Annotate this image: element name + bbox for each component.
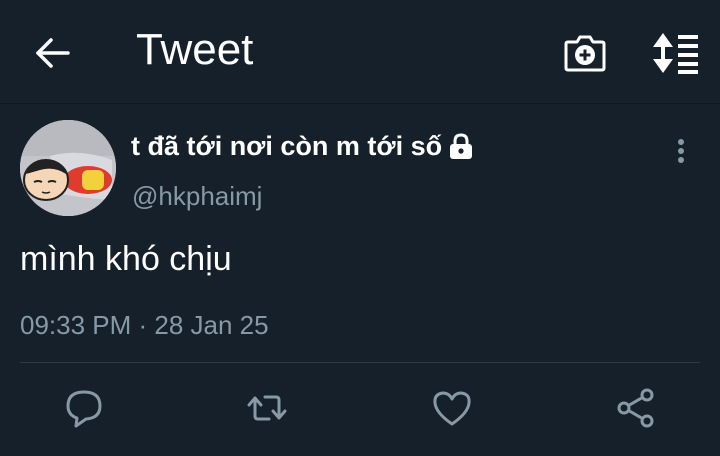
more-vertical-icon — [678, 139, 684, 163]
top-app-bar: Tweet — [0, 0, 720, 104]
author-name[interactable]: t đã tới nơi còn m tới số — [131, 128, 476, 164]
author-name-text: t đã tới nơi còn m tới số — [131, 131, 443, 161]
like-button[interactable] — [430, 386, 474, 430]
tweet-text: mình khó chịu — [20, 240, 232, 278]
share-button[interactable] — [614, 386, 658, 430]
more-options-button[interactable] — [666, 134, 696, 168]
tweet-timestamp: 09:33 PM · 28 Jan 25 — [20, 310, 269, 340]
page-title: Tweet — [136, 25, 254, 74]
avatar-image — [20, 120, 116, 216]
author-handle[interactable]: @hkphaimj — [132, 180, 262, 212]
back-button[interactable] — [30, 30, 76, 76]
share-icon — [617, 388, 654, 428]
reply-icon — [66, 390, 102, 428]
sort-icon — [653, 33, 698, 74]
reply-button[interactable] — [62, 386, 106, 430]
retweet-icon — [247, 395, 287, 421]
camera-button[interactable] — [560, 28, 610, 78]
avatar[interactable] — [20, 120, 116, 216]
lock-icon — [446, 131, 476, 161]
camera-plus-icon — [564, 35, 606, 72]
retweet-button[interactable] — [245, 386, 289, 430]
sort-button[interactable] — [650, 30, 700, 76]
arrow-left-icon — [36, 38, 70, 68]
divider — [20, 362, 700, 363]
heart-icon — [433, 391, 471, 426]
